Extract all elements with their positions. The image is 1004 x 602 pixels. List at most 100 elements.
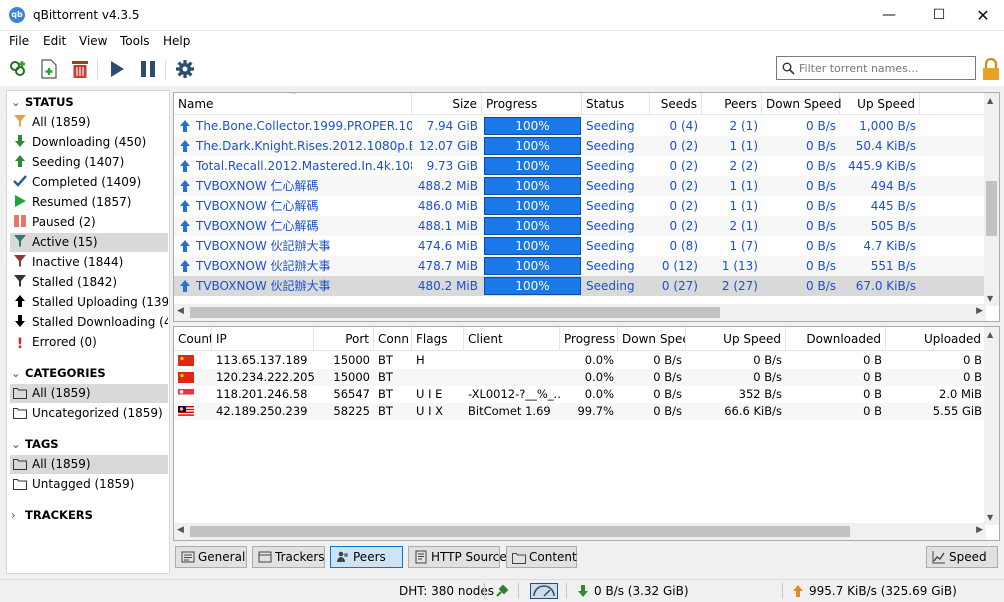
download-speed[interactable]: 0 B/s (3.32 GiB) [594, 584, 689, 598]
options-gear-icon[interactable] [174, 58, 196, 80]
peer-downloaded: 0 B [863, 370, 882, 384]
peer-row[interactable]: 42.189.250.239 58225 BT U I X BitComet 1.69 9… [174, 403, 986, 420]
scroll-right-icon[interactable]: ▶ [976, 306, 983, 316]
torrent-seeds: 0 (2) [669, 199, 698, 213]
status-seeding[interactable]: Seeding (1407) [10, 153, 168, 172]
scroll-left-icon[interactable]: ◀ [177, 525, 184, 535]
lock-icon[interactable] [982, 57, 1000, 80]
torrent-row[interactable]: TVBOXNOW 仁心解碼 488.2 MiB 100% Seeding 0 (2) 1 … [174, 176, 986, 196]
tag-all[interactable]: All (1859) [10, 455, 168, 474]
scroll-down-icon[interactable]: ▼ [987, 513, 993, 522]
menu-edit[interactable]: Edit [43, 34, 66, 48]
status-completed[interactable]: Completed (1409) [10, 173, 168, 192]
scroll-left-icon[interactable]: ◀ [177, 306, 184, 316]
status-errored[interactable]: ! Errored (0) [10, 333, 168, 352]
horizontal-scrollbar[interactable]: ◀ ▶ [174, 304, 986, 321]
col-down-speed[interactable]: Down Speed [618, 327, 686, 351]
menu-tools[interactable]: Tools [120, 34, 150, 48]
status-downloading[interactable]: Downloading (450) [10, 133, 168, 152]
sidebar-item-label: Inactive (1844) [32, 255, 124, 269]
torrent-row[interactable]: TVBOXNOW 伙記辦大事 474.6 MiB 100% Seeding 0 (8) 1… [174, 236, 986, 256]
col-uploaded[interactable]: Uploaded [886, 327, 986, 351]
search-input[interactable] [799, 60, 969, 76]
trackers-section-header[interactable]: › TRACKERS [11, 508, 93, 522]
col-port[interactable]: Port [314, 327, 374, 351]
seeding-arrow-icon [180, 120, 190, 132]
tab-general[interactable]: General [175, 546, 247, 568]
col-connection[interactable]: Conn [374, 327, 412, 351]
tab-http-sources[interactable]: HTTP Sources [408, 546, 513, 568]
resume-icon[interactable] [106, 58, 128, 80]
sidebar-item-label: Active (15) [32, 235, 98, 249]
torrent-row[interactable]: TVBOXNOW 仁心解碼 486.0 MiB 100% Seeding 0 (2) 1 … [174, 196, 986, 216]
status-active[interactable]: Active (15) [10, 233, 168, 252]
col-size[interactable]: Size [412, 93, 482, 115]
col-up-speed[interactable]: Up Speed [840, 93, 920, 115]
col-progress[interactable]: Progress [482, 93, 582, 115]
status-separator [484, 583, 485, 599]
scroll-up-icon[interactable]: ▲ [987, 330, 993, 339]
scrollbar-thumb[interactable] [986, 181, 997, 236]
add-torrent-file-icon[interactable] [38, 58, 60, 80]
menu-view[interactable]: View [79, 34, 107, 48]
peer-row[interactable]: 120.234.222.205 15000 BT 0.0% 0 B/s 0 B/s 0 B 0… [174, 369, 986, 386]
status-paused[interactable]: Paused (2) [10, 213, 168, 232]
col-progress[interactable]: Progress [560, 327, 618, 351]
col-seeds[interactable]: Seeds [650, 93, 702, 115]
status-all[interactable]: All (1859) [10, 113, 168, 132]
horizontal-scrollbar[interactable]: ◀ ▶ [174, 523, 986, 540]
status-section-header[interactable]: ⌄ STATUS [11, 95, 74, 109]
speed-button[interactable]: Speed [926, 546, 998, 568]
status-stalled-uploading[interactable]: Stalled Uploading (1392) [10, 293, 168, 312]
pause-icon[interactable] [137, 58, 159, 80]
col-downloaded[interactable]: Downloaded [786, 327, 886, 351]
col-country[interactable]: Count [174, 327, 212, 351]
scrollbar-thumb[interactable] [190, 307, 720, 318]
close-button[interactable]: ✕ [960, 0, 1004, 31]
col-up-speed[interactable]: Up Speed [686, 327, 786, 351]
tab-trackers[interactable]: Trackers [252, 546, 325, 568]
tab-content[interactable]: Content [506, 546, 577, 568]
scroll-up-icon[interactable]: ▲ [987, 96, 993, 105]
vertical-scrollbar[interactable]: ▲ ▼ [984, 93, 999, 306]
scroll-down-icon[interactable]: ▼ [987, 294, 993, 303]
col-status[interactable]: Status [582, 93, 650, 115]
minimize-button[interactable]: — [866, 0, 912, 31]
status-inactive[interactable]: Inactive (1844) [10, 253, 168, 272]
tags-section-header[interactable]: ⌄ TAGS [11, 437, 59, 451]
torrent-row[interactable]: The.Dark.Knight.Rises.2012.1080p.BluR...… [174, 136, 986, 156]
scrollbar-thumb[interactable] [190, 526, 850, 537]
menu-file[interactable]: File [9, 34, 29, 48]
scroll-right-icon[interactable]: ▶ [976, 525, 983, 535]
torrent-row[interactable]: TVBOXNOW 伙記辦大事 480.2 MiB 100% Seeding 0 (27)… [174, 276, 986, 296]
peer-row[interactable]: 118.201.246.58 56547 BT U I E -XL0012-?__%_.… [174, 386, 986, 403]
connection-status-icon[interactable] [494, 583, 510, 599]
torrent-row[interactable]: The.Bone.Collector.1999.PROPER.1080... 7.… [174, 116, 986, 136]
peer-downloaded: 0 B [863, 387, 882, 401]
col-down-speed[interactable]: Down Speed [762, 93, 841, 115]
category-uncategorized[interactable]: Uncategorized (1859) [10, 404, 168, 423]
torrent-row[interactable]: TVBOXNOW 伙記辦大事 478.7 MiB 100% Seeding 0 (12)… [174, 256, 986, 276]
torrent-row[interactable]: TVBOXNOW 仁心解碼 488.1 MiB 100% Seeding 0 (2) 2 … [174, 216, 986, 236]
col-ip[interactable]: IP [212, 327, 314, 351]
status-stalled[interactable]: Stalled (1842) [10, 273, 168, 292]
vertical-scrollbar[interactable]: ▲ ▼ [984, 327, 999, 525]
upload-speed[interactable]: 995.7 KiB/s (325.69 GiB) [809, 584, 957, 598]
category-all[interactable]: All (1859) [10, 384, 168, 403]
add-torrent-link-icon[interactable] [7, 58, 29, 80]
tab-peers[interactable]: Peers [330, 546, 403, 568]
menu-help[interactable]: Help [163, 34, 190, 48]
tag-untagged[interactable]: Untagged (1859) [10, 475, 168, 494]
peer-row[interactable]: 113.65.137.189 15000 BT H 0.0% 0 B/s 0 B/s 0 B 0… [174, 352, 986, 369]
torrent-row[interactable]: Total.Recall.2012.Mastered.In.4k.1080p..… [174, 156, 986, 176]
maximize-button[interactable]: ☐ [916, 0, 962, 31]
torrent-up-speed: 67.0 KiB/s [855, 279, 916, 293]
status-resumed[interactable]: Resumed (1857) [10, 193, 168, 212]
speed-limit-toggle-icon[interactable] [530, 583, 558, 599]
categories-section-header[interactable]: ⌄ CATEGORIES [11, 366, 106, 380]
filter-stalled-icon [12, 274, 28, 288]
status-stalled-downloading[interactable]: Stalled Downloading (4... [10, 313, 168, 332]
delete-icon[interactable] [69, 58, 91, 80]
col-flags[interactable]: Flags [412, 327, 464, 351]
col-peers[interactable]: Peers [702, 93, 762, 115]
